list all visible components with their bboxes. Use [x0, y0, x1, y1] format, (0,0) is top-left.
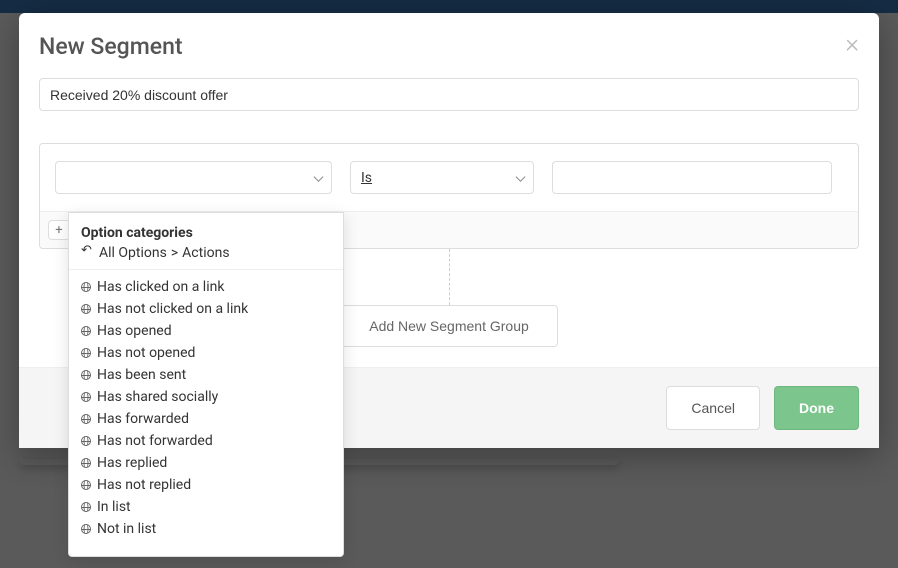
dropdown-option-label: Has shared socially: [97, 389, 218, 405]
dropdown-option-label: Has replied: [97, 455, 167, 471]
dropdown-option[interactable]: In list: [69, 496, 343, 518]
dropdown-option-label: Has clicked on a link: [97, 279, 224, 295]
done-button[interactable]: Done: [774, 386, 859, 430]
value-input[interactable]: [552, 161, 832, 194]
modal-header: New Segment ×: [19, 13, 879, 78]
dropdown-option[interactable]: Has forwarded: [69, 408, 343, 430]
breadcrumb-sep: >: [171, 245, 178, 261]
globe-icon: [81, 348, 91, 358]
close-icon[interactable]: ×: [845, 31, 859, 57]
globe-icon: [81, 370, 91, 380]
cancel-button[interactable]: Cancel: [666, 386, 760, 430]
chevron-down-icon: [516, 172, 526, 182]
dropdown-option[interactable]: Has replied: [69, 452, 343, 474]
segment-name-input[interactable]: [39, 78, 859, 111]
rule-row: Is: [40, 144, 858, 211]
breadcrumb-leaf: Actions: [182, 245, 229, 261]
field-select[interactable]: [55, 161, 332, 194]
dropdown-breadcrumb[interactable]: All Options > Actions: [81, 245, 331, 261]
breadcrumb-root: All Options: [99, 245, 167, 261]
dropdown-option[interactable]: Has not forwarded: [69, 430, 343, 452]
dropdown-option[interactable]: Has been sent: [69, 364, 343, 386]
dropdown-option-label: Has forwarded: [97, 411, 189, 427]
globe-icon: [81, 392, 91, 402]
add-segment-group-button[interactable]: Add New Segment Group: [340, 305, 558, 347]
globe-icon: [81, 436, 91, 446]
dropdown-categories-title: Option categories: [81, 225, 331, 241]
dropdown-option[interactable]: Has not opened: [69, 342, 343, 364]
dropdown-option-label: Has not forwarded: [97, 433, 213, 449]
modal-title: New Segment: [39, 33, 859, 60]
dropdown-option[interactable]: Not in list: [69, 518, 343, 540]
dropdown-option[interactable]: Has clicked on a link: [69, 276, 343, 298]
chevron-down-icon: [314, 172, 324, 182]
add-rule-button[interactable]: +: [48, 220, 70, 240]
globe-icon: [81, 326, 91, 336]
dropdown-option-label: Has opened: [97, 323, 172, 339]
dropdown-option[interactable]: Has not replied: [69, 474, 343, 496]
globe-icon: [81, 480, 91, 490]
globe-icon: [81, 524, 91, 534]
app-topbar: [0, 0, 898, 13]
dropdown-option-label: Not in list: [97, 521, 156, 537]
dropdown-header: Option categories All Options > Actions: [69, 213, 343, 269]
globe-icon: [81, 304, 91, 314]
globe-icon: [81, 458, 91, 468]
dropdown-option-label: In list: [97, 499, 131, 515]
dropdown-list: Has clicked on a link Has not clicked on…: [69, 269, 343, 546]
field-dropdown: Option categories All Options > Actions …: [68, 212, 344, 557]
globe-icon: [81, 502, 91, 512]
globe-icon: [81, 414, 91, 424]
operator-select-value: Is: [361, 170, 372, 186]
dropdown-option[interactable]: Has opened: [69, 320, 343, 342]
back-arrow-icon: [81, 248, 93, 258]
dropdown-option[interactable]: Has shared socially: [69, 386, 343, 408]
dropdown-option-label: Has not opened: [97, 345, 195, 361]
dropdown-option-label: Has not clicked on a link: [97, 301, 248, 317]
dropdown-option-label: Has not replied: [97, 477, 191, 493]
dropdown-option-label: Has been sent: [97, 367, 186, 383]
globe-icon: [81, 282, 91, 292]
operator-select[interactable]: Is: [350, 161, 534, 194]
dropdown-option[interactable]: Has not clicked on a link: [69, 298, 343, 320]
